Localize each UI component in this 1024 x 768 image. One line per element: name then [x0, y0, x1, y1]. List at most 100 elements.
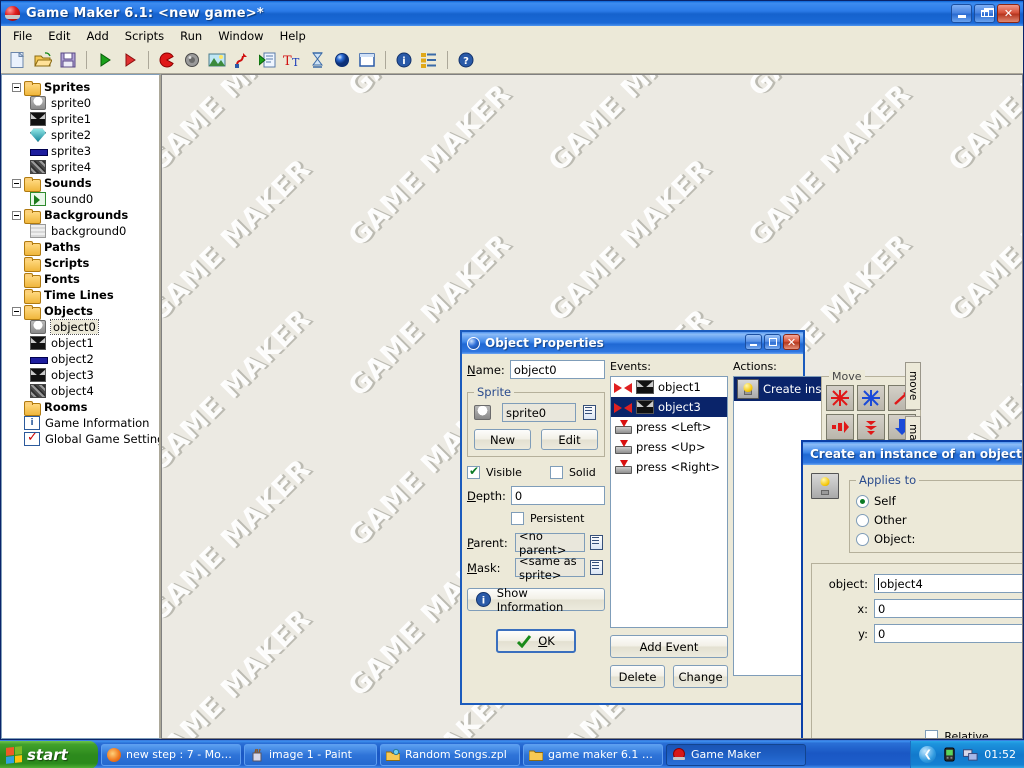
sprite-picker-icon[interactable] [582, 405, 598, 420]
menu-window[interactable]: Window [210, 27, 271, 45]
tree-expander-icon[interactable] [12, 306, 21, 316]
tree-item-sound0[interactable]: sound0 [4, 191, 159, 207]
delete-event-button[interactable]: Delete [610, 665, 665, 688]
menu-run[interactable]: Run [172, 27, 210, 45]
tree-item-object4[interactable]: object4 [4, 383, 159, 399]
add-sprite-icon[interactable] [156, 49, 178, 71]
add-object-icon[interactable] [331, 49, 353, 71]
taskbar-button[interactable]: Game Maker [666, 743, 806, 766]
tree-item-game-information[interactable]: i Game Information [4, 415, 159, 431]
start-button[interactable]: start [0, 740, 98, 768]
object-field-input[interactable]: object4 [874, 574, 1022, 593]
show-hidden-icons-chevron[interactable]: ❮ [919, 746, 937, 763]
x-field-input[interactable]: 0 [874, 599, 1022, 618]
show-information-button[interactable]: i Show Information [467, 586, 605, 614]
taskbar-button[interactable]: image 1 - Paint [244, 743, 377, 766]
event-list-item[interactable]: object3 [611, 397, 727, 417]
tree-item-object3[interactable]: object3 [4, 367, 159, 383]
parent-picker-icon[interactable] [589, 535, 605, 550]
menu-file[interactable]: File [5, 27, 40, 45]
visible-checkbox[interactable] [467, 464, 480, 479]
tree-item-sprite1[interactable]: sprite1 [4, 111, 159, 127]
solid-checkbox[interactable] [549, 466, 563, 479]
tree-item-scripts[interactable]: Scripts [4, 255, 159, 272]
mask-picker-icon[interactable] [589, 560, 605, 575]
add-timeline-icon[interactable] [306, 49, 328, 71]
run-normal-icon[interactable] [94, 49, 116, 71]
help-icon[interactable]: ? [455, 49, 477, 71]
run-debug-icon[interactable] [119, 49, 141, 71]
menu-help[interactable]: Help [272, 27, 314, 45]
palette-tab-move[interactable]: move [905, 362, 921, 410]
tree-expander-icon[interactable] [12, 210, 21, 220]
network-icon[interactable] [963, 747, 978, 762]
radio-self-icon[interactable] [856, 494, 869, 508]
persistent-checkbox[interactable] [511, 512, 524, 525]
parent-field[interactable]: <no parent> [515, 529, 585, 557]
tree-expander-icon[interactable] [12, 82, 21, 92]
event-list-item[interactable]: object1 [611, 377, 727, 397]
tree-item-object0[interactable]: object0 [4, 319, 159, 335]
move-fixed-end-icon[interactable] [857, 385, 885, 411]
tree-item-background0[interactable]: background0 [4, 223, 159, 239]
add-sound-icon[interactable] [181, 49, 203, 71]
relative-checkbox[interactable] [925, 730, 939, 738]
volume-icon[interactable] [942, 747, 957, 762]
sprite-new-button[interactable]: New [474, 429, 531, 450]
object-properties-minimize-button[interactable] [745, 334, 762, 350]
sprite-edit-button[interactable]: Edit [541, 429, 598, 450]
tree-item-object2[interactable]: object2 [4, 351, 159, 367]
tree-item-time-lines[interactable]: Time Lines [4, 287, 159, 304]
radio-other-icon[interactable] [856, 513, 869, 527]
tree-item-objects[interactable]: Objects [4, 303, 159, 320]
taskbar-button[interactable]: Random Songs.zpl [380, 743, 520, 766]
add-background-icon[interactable] [206, 49, 228, 71]
menu-add[interactable]: Add [79, 27, 117, 45]
events-list[interactable]: object1 object3 press <Left> press <Up> pres… [610, 376, 728, 628]
sprite-value-field[interactable]: sprite0 [502, 403, 576, 422]
tree-expander-icon[interactable] [12, 178, 21, 188]
move-fixed-start-icon[interactable] [826, 385, 854, 411]
applies-to-object[interactable]: Object: [856, 531, 1022, 547]
object-properties-close-button[interactable]: ✕ [783, 334, 800, 350]
y-field-input[interactable]: 0 [874, 624, 1022, 643]
global-game-settings-icon[interactable] [418, 49, 440, 71]
applies-to-self[interactable]: Self [856, 493, 1022, 509]
radio-object-icon[interactable] [856, 532, 869, 546]
add-event-button[interactable]: Add Event [610, 635, 728, 658]
close-button[interactable]: ✕ [997, 4, 1020, 23]
taskbar-button[interactable]: game maker 6.1 help [523, 743, 663, 766]
game-information-icon[interactable]: i [393, 49, 415, 71]
name-input[interactable]: object0 [509, 360, 605, 379]
tree-item-object1[interactable]: object1 [4, 335, 159, 351]
tree-item-global-game-settings[interactable]: Global Game Settings [4, 430, 159, 447]
save-icon[interactable] [57, 49, 79, 71]
tree-item-rooms[interactable]: Rooms [4, 399, 159, 416]
taskbar-button[interactable]: new step : 7 - Mozill... [101, 743, 241, 766]
add-font-icon[interactable]: TT [281, 49, 303, 71]
depth-input[interactable]: 0 [510, 486, 605, 505]
new-file-icon[interactable] [7, 49, 29, 71]
event-list-item[interactable]: press <Up> [611, 437, 727, 457]
resource-tree[interactable]: Sprites sprite0 sprite1 sprite2 sprite3 sprit… [1, 74, 161, 739]
menu-scripts[interactable]: Scripts [117, 27, 172, 45]
tree-item-sprite4[interactable]: sprite4 [4, 159, 159, 175]
applies-to-other[interactable]: Other [856, 512, 1022, 528]
object-properties-maximize-button[interactable] [764, 334, 781, 350]
tree-item-sprites[interactable]: Sprites [4, 79, 159, 96]
event-list-item[interactable]: press <Left> [611, 417, 727, 437]
add-script-icon[interactable] [256, 49, 278, 71]
mask-field[interactable]: <same as sprite> [515, 554, 585, 582]
tree-item-sounds[interactable]: Sounds [4, 175, 159, 192]
taskbar-clock[interactable]: 01:52 [984, 748, 1016, 761]
change-event-button[interactable]: Change [673, 665, 728, 688]
event-list-item[interactable]: press <Right> [611, 457, 727, 477]
set-horizontal-speed-icon[interactable] [826, 414, 854, 440]
minimize-button[interactable] [951, 4, 972, 23]
add-room-icon[interactable] [356, 49, 378, 71]
open-folder-icon[interactable] [32, 49, 54, 71]
tree-item-sprite0[interactable]: sprite0 [4, 95, 159, 111]
set-gravity-icon[interactable] [857, 414, 885, 440]
tree-item-paths[interactable]: Paths [4, 239, 159, 256]
tree-item-backgrounds[interactable]: Backgrounds [4, 207, 159, 224]
